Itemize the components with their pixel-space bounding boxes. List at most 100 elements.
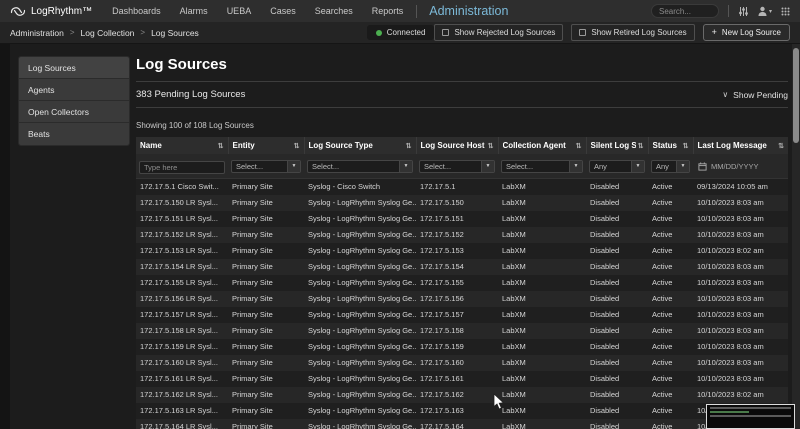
table-row[interactable]: 172.17.5.161 LR Sysl...Primary SiteSyslo… — [136, 371, 788, 387]
breadcrumb-item-log-collection[interactable]: Log Collection — [81, 28, 135, 38]
screen-preview-overlay[interactable] — [706, 404, 795, 429]
column-header-status[interactable]: Status⇅ — [648, 137, 693, 154]
cell-entity: Primary Site — [228, 323, 304, 339]
sliders-icon[interactable] — [738, 6, 749, 17]
date-filter[interactable]: MM/DD/YYYY — [696, 162, 785, 171]
status-filter-select[interactable]: Any▼ — [651, 160, 690, 173]
table-row[interactable]: 172.17.5.154 LR Sysl...Primary SiteSyslo… — [136, 259, 788, 275]
cell-silent-log-source: Disabled — [586, 307, 648, 323]
cell-silent-log-source: Disabled — [586, 179, 648, 195]
cell-collection-agent: LabXM — [498, 403, 586, 419]
sort-icon[interactable]: ⇅ — [683, 142, 689, 150]
table-row[interactable]: 172.17.5.150 LR Sysl...Primary SiteSyslo… — [136, 195, 788, 211]
sort-icon[interactable]: ⇅ — [406, 142, 412, 150]
brand-name[interactable]: LogRhythm™ — [31, 6, 92, 17]
cell-status: Active — [648, 195, 693, 211]
table-row[interactable]: 172.17.5.164 LR Sysl...Primary SiteSyslo… — [136, 419, 788, 429]
table-row[interactable]: 172.17.5.159 LR Sysl...Primary SiteSyslo… — [136, 339, 788, 355]
vertical-scrollbar[interactable] — [792, 44, 800, 429]
nav-divider — [416, 5, 417, 18]
sidebar-item-log-sources[interactable]: Log Sources — [19, 57, 129, 79]
nav-item-alarms[interactable]: Alarms — [180, 6, 208, 16]
dropdown-arrow-icon: ▼ — [676, 161, 689, 172]
cell-log-source-type: Syslog - LogRhythm Syslog Ge... — [304, 339, 416, 355]
nav-item-ueba[interactable]: UEBA — [227, 6, 252, 16]
logrhythm-admin-app: LogRhythm™ Dashboards Alarms UEBA Cases … — [0, 0, 800, 429]
user-menu-icon[interactable]: ▾ — [758, 6, 772, 16]
filter-cell-date: MM/DD/YYYY — [693, 154, 788, 179]
table-row[interactable]: 172.17.5.153 LR Sysl...Primary SiteSyslo… — [136, 243, 788, 259]
name-filter-input[interactable] — [139, 161, 225, 174]
nav-item-dashboards[interactable]: Dashboards — [112, 6, 161, 16]
sort-icon[interactable]: ⇅ — [218, 142, 224, 150]
table-row[interactable]: 172.17.5.1 Cisco Swit...Primary SiteSysl… — [136, 179, 788, 195]
table-row[interactable]: 172.17.5.163 LR Sysl...Primary SiteSyslo… — [136, 403, 788, 419]
cell-status: Active — [648, 291, 693, 307]
table-row[interactable]: 172.17.5.155 LR Sysl...Primary SiteSyslo… — [136, 275, 788, 291]
column-header-name[interactable]: Name ⇅ — [136, 137, 228, 154]
column-header-collection-agent[interactable]: Collection Agent⇅ — [498, 137, 586, 154]
apps-grid-icon[interactable] — [781, 7, 790, 16]
nav-item-reports[interactable]: Reports — [372, 6, 404, 16]
cell-last-log-message: 10/10/2023 8:02 am — [693, 387, 788, 403]
sidebar-item-beats[interactable]: Beats — [19, 123, 129, 145]
cell-entity: Primary Site — [228, 195, 304, 211]
cell-entity: Primary Site — [228, 227, 304, 243]
show-retired-checkbox[interactable]: Show Retired Log Sources — [571, 24, 694, 41]
new-log-source-button[interactable]: + New Log Source — [703, 24, 790, 41]
collection-agent-filter-select[interactable]: Select...▼ — [501, 160, 583, 173]
column-header-silent-log-source[interactable]: Silent Log S...⇅ — [586, 137, 648, 154]
cell-log-source-host: 172.17.5.152 — [416, 227, 498, 243]
cell-name: 172.17.5.151 LR Sysl... — [136, 211, 228, 227]
show-rejected-checkbox[interactable]: Show Rejected Log Sources — [434, 24, 563, 41]
sort-icon[interactable]: ⇅ — [576, 142, 582, 150]
entity-filter-select[interactable]: Select...▼ — [231, 160, 301, 173]
logrhythm-logo-icon[interactable] — [10, 6, 26, 17]
table-row[interactable]: 172.17.5.152 LR Sysl...Primary SiteSyslo… — [136, 227, 788, 243]
nav-item-cases[interactable]: Cases — [270, 6, 296, 16]
cell-log-source-host: 172.17.5.160 — [416, 355, 498, 371]
table-row[interactable]: 172.17.5.162 LR Sysl...Primary SiteSyslo… — [136, 387, 788, 403]
sort-icon[interactable]: ⇅ — [294, 142, 300, 150]
table-row[interactable]: 172.17.5.151 LR Sysl...Primary SiteSyslo… — [136, 211, 788, 227]
cell-log-source-type: Syslog - LogRhythm Syslog Ge... — [304, 243, 416, 259]
nav-item-administration[interactable]: Administration — [429, 4, 508, 18]
table-row[interactable]: 172.17.5.156 LR Sysl...Primary SiteSyslo… — [136, 291, 788, 307]
sort-icon[interactable]: ⇅ — [778, 142, 784, 150]
silent-log-source-filter-select[interactable]: Any▼ — [589, 160, 645, 173]
column-label: Log Source Host — [421, 141, 485, 150]
show-pending-toggle[interactable]: ∨ Show Pending — [722, 90, 788, 100]
table-row[interactable]: 172.17.5.160 LR Sysl...Primary SiteSyslo… — [136, 355, 788, 371]
cell-entity: Primary Site — [228, 291, 304, 307]
breadcrumb-item-log-sources[interactable]: Log Sources — [151, 28, 199, 38]
select-placeholder: Select... — [424, 162, 451, 171]
connection-label: Connected — [387, 28, 426, 37]
sidebar-item-open-collectors[interactable]: Open Collectors — [19, 101, 129, 123]
cell-collection-agent: LabXM — [498, 371, 586, 387]
scrollbar-thumb[interactable] — [793, 48, 799, 143]
top-navigation: LogRhythm™ Dashboards Alarms UEBA Cases … — [0, 0, 800, 22]
cell-entity: Primary Site — [228, 371, 304, 387]
column-label: Name — [140, 141, 162, 150]
dropdown-arrow-icon: ▼ — [569, 161, 582, 172]
cell-entity: Primary Site — [228, 275, 304, 291]
column-header-last-log-message[interactable]: Last Log Message⇅ — [693, 137, 788, 154]
cell-collection-agent: LabXM — [498, 307, 586, 323]
cell-name: 172.17.5.1 Cisco Swit... — [136, 179, 228, 195]
filter-cell-name — [136, 154, 228, 179]
table-row[interactable]: 172.17.5.158 LR Sysl...Primary SiteSyslo… — [136, 323, 788, 339]
sort-icon[interactable]: ⇅ — [638, 142, 644, 150]
column-header-log-source-type[interactable]: Log Source Type⇅ — [304, 137, 416, 154]
table-row[interactable]: 172.17.5.157 LR Sysl...Primary SiteSyslo… — [136, 307, 788, 323]
cell-log-source-host: 172.17.5.1 — [416, 179, 498, 195]
column-header-entity[interactable]: Entity⇅ — [228, 137, 304, 154]
plus-icon: + — [712, 28, 717, 37]
sidebar-item-agents[interactable]: Agents — [19, 79, 129, 101]
breadcrumb-item-administration[interactable]: Administration — [10, 28, 64, 38]
column-header-log-source-host[interactable]: Log Source Host⇅ — [416, 137, 498, 154]
log-source-type-filter-select[interactable]: Select...▼ — [307, 160, 413, 173]
search-input[interactable] — [651, 4, 719, 18]
log-source-host-filter-select[interactable]: Select...▼ — [419, 160, 495, 173]
sort-icon[interactable]: ⇅ — [488, 142, 494, 150]
nav-item-searches[interactable]: Searches — [315, 6, 353, 16]
